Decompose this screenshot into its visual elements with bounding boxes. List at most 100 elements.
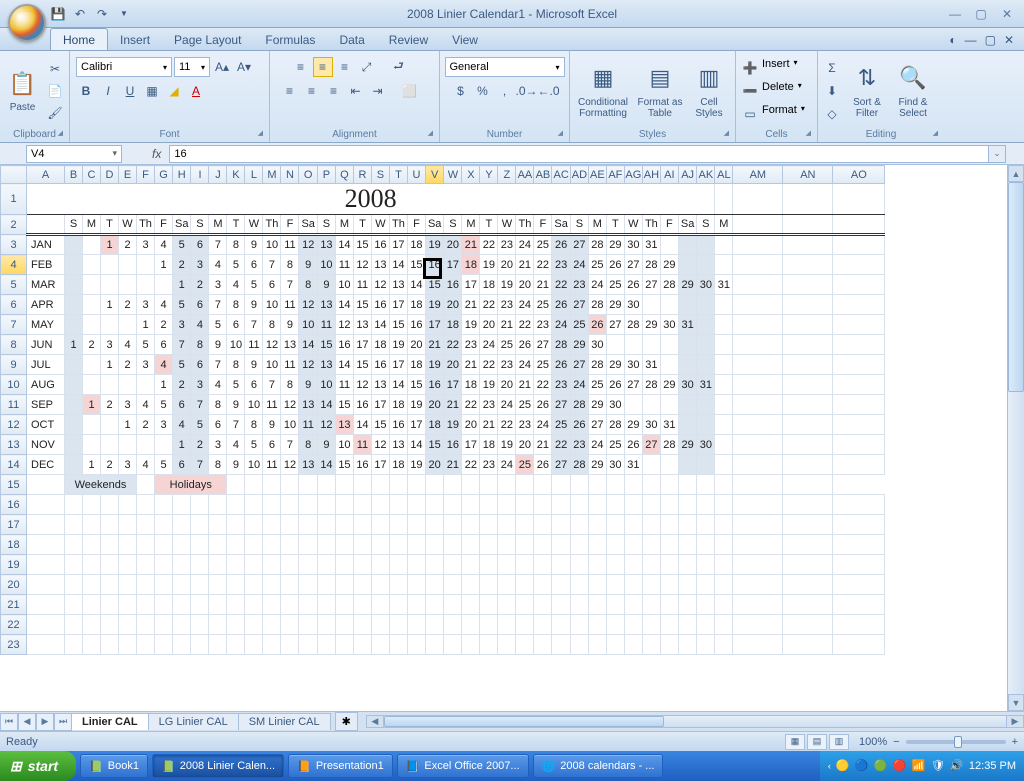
calendar-cell[interactable]: 19 (389, 335, 407, 355)
calendar-cell[interactable]: 3 (191, 375, 209, 395)
calendar-cell[interactable]: 8 (209, 395, 227, 415)
calendar-cell[interactable]: 30 (624, 355, 642, 375)
calendar-cell[interactable]: 24 (534, 415, 552, 435)
cell[interactable] (27, 215, 65, 235)
calendar-cell[interactable]: 21 (462, 295, 480, 315)
calendar-cell[interactable]: 1 (119, 415, 137, 435)
calendar-cell[interactable]: 5 (173, 235, 191, 255)
cell[interactable] (353, 535, 371, 555)
cell[interactable] (588, 615, 606, 635)
cell[interactable] (444, 535, 462, 555)
scroll-left-icon[interactable]: ◀ (367, 716, 384, 727)
calendar-cell[interactable]: 30 (697, 275, 715, 295)
calendar-cell[interactable]: 12 (353, 255, 371, 275)
calendar-cell[interactable]: 27 (570, 295, 588, 315)
calendar-cell[interactable]: 20 (425, 455, 443, 475)
calendar-cell[interactable] (660, 335, 678, 355)
cell[interactable] (353, 575, 371, 595)
col-header[interactable]: AC (552, 166, 570, 184)
calendar-cell[interactable]: 2 (119, 295, 137, 315)
cell[interactable] (101, 555, 119, 575)
cell[interactable] (65, 595, 83, 615)
calendar-cell[interactable]: 23 (570, 435, 588, 455)
calendar-cell[interactable]: 31 (642, 235, 660, 255)
cell[interactable] (173, 495, 191, 515)
tray-expand-icon[interactable]: ‹ (828, 761, 831, 771)
taskbar-item[interactable]: 📗Book1 (80, 754, 148, 778)
calendar-cell[interactable]: 17 (444, 255, 462, 275)
col-header[interactable]: X (462, 166, 480, 184)
day-header-cell[interactable]: F (407, 215, 425, 235)
cell[interactable] (444, 615, 462, 635)
calendar-cell[interactable] (155, 275, 173, 295)
month-label[interactable]: JUL (27, 355, 65, 375)
sheet-next-icon[interactable]: ▶ (36, 713, 54, 731)
calendar-cell[interactable]: 3 (155, 415, 173, 435)
cell[interactable] (425, 515, 443, 535)
cell[interactable] (83, 615, 101, 635)
cell[interactable] (642, 475, 660, 495)
row-header[interactable]: 16 (1, 495, 27, 515)
calendar-cell[interactable] (697, 455, 715, 475)
calendar-cell[interactable]: 9 (281, 315, 299, 335)
calendar-cell[interactable]: 22 (498, 415, 516, 435)
day-header-cell[interactable]: F (155, 215, 173, 235)
cell[interactable] (697, 575, 715, 595)
clock[interactable]: 12:35 PM (969, 760, 1016, 772)
cell[interactable] (371, 555, 389, 575)
cell[interactable] (783, 335, 833, 355)
calendar-cell[interactable]: 20 (444, 235, 462, 255)
calendar-cell[interactable] (65, 295, 83, 315)
calendar-cell[interactable]: 19 (480, 255, 498, 275)
calendar-cell[interactable]: 26 (534, 395, 552, 415)
cell[interactable] (783, 615, 833, 635)
cell[interactable] (642, 635, 660, 655)
font-name-select[interactable]: Calibri▾ (76, 57, 172, 77)
cell[interactable] (407, 595, 425, 615)
cell[interactable] (588, 575, 606, 595)
calendar-cell[interactable]: 14 (407, 275, 425, 295)
cell[interactable] (480, 635, 498, 655)
calendar-cell[interactable]: 23 (534, 315, 552, 335)
cell[interactable] (624, 575, 642, 595)
cell[interactable] (173, 515, 191, 535)
cell[interactable] (353, 615, 371, 635)
col-header[interactable]: Q (335, 166, 353, 184)
cell[interactable] (227, 515, 245, 535)
day-header-cell[interactable]: T (227, 215, 245, 235)
calendar-cell[interactable]: 3 (191, 255, 209, 275)
cell[interactable] (263, 555, 281, 575)
calendar-cell[interactable]: 23 (552, 375, 570, 395)
cell[interactable] (660, 535, 678, 555)
cell[interactable] (299, 515, 317, 535)
calendar-cell[interactable]: 18 (444, 315, 462, 335)
row-header[interactable]: 18 (1, 535, 27, 555)
cell[interactable] (588, 555, 606, 575)
cell[interactable] (833, 295, 885, 315)
calendar-cell[interactable]: 9 (227, 395, 245, 415)
cell[interactable] (245, 595, 263, 615)
calendar-cell[interactable] (624, 335, 642, 355)
cell[interactable] (570, 635, 588, 655)
calendar-cell[interactable]: 7 (209, 235, 227, 255)
calendar-cell[interactable]: 29 (606, 235, 624, 255)
cell[interactable] (263, 475, 281, 495)
calendar-cell[interactable]: 20 (498, 255, 516, 275)
cell[interactable] (27, 535, 65, 555)
calendar-cell[interactable]: 1 (101, 355, 119, 375)
calendar-cell[interactable] (119, 255, 137, 275)
cell[interactable] (678, 475, 696, 495)
calendar-cell[interactable]: 9 (317, 435, 335, 455)
calendar-cell[interactable]: 20 (516, 275, 534, 295)
calendar-cell[interactable]: 19 (480, 375, 498, 395)
day-header-cell[interactable]: Th (516, 215, 534, 235)
calendar-cell[interactable]: 12 (281, 455, 299, 475)
calendar-cell[interactable]: 2 (173, 255, 191, 275)
calendar-cell[interactable]: 26 (606, 375, 624, 395)
row-header[interactable]: 5 (1, 275, 27, 295)
calendar-cell[interactable]: 16 (425, 375, 443, 395)
cell[interactable] (317, 535, 335, 555)
day-header-cell[interactable]: Sa (425, 215, 443, 235)
calendar-cell[interactable]: 4 (155, 295, 173, 315)
cell[interactable] (733, 375, 783, 395)
